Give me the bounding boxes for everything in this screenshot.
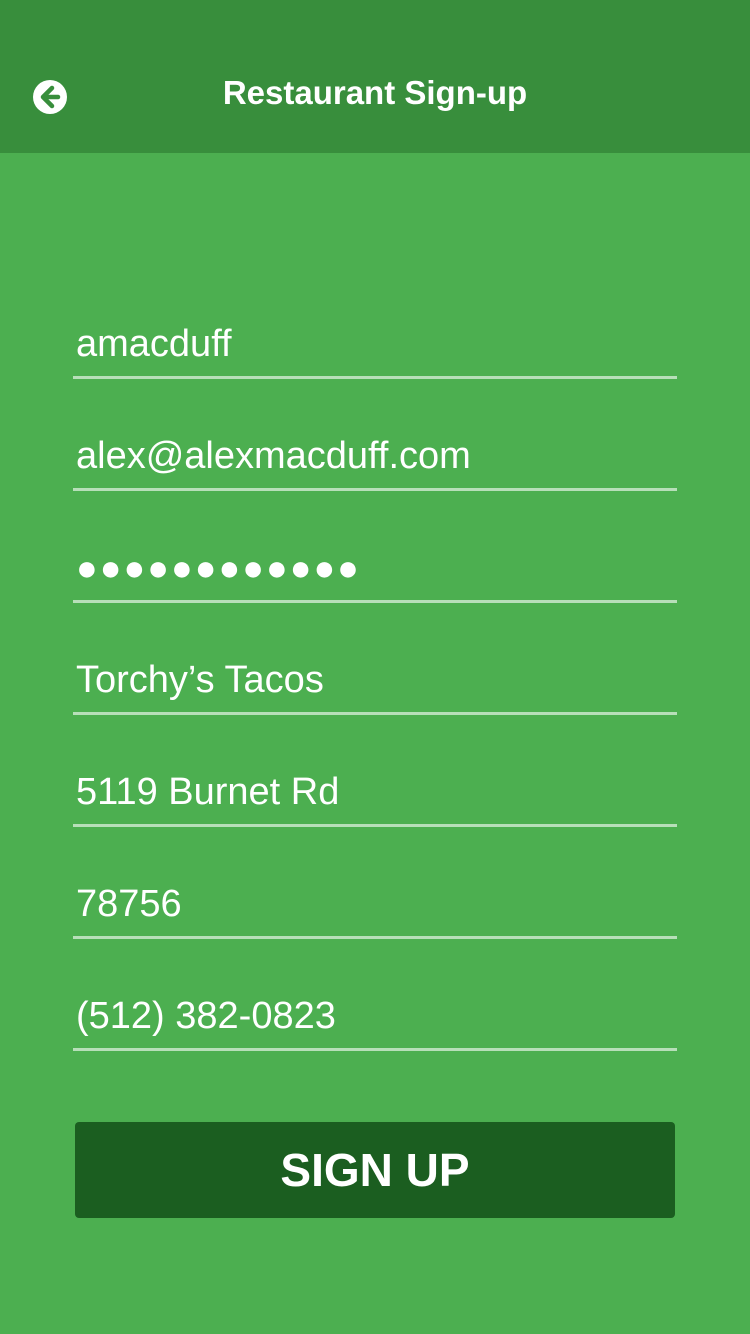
address-field-container (73, 764, 677, 827)
sign-up-button[interactable]: SIGN UP (75, 1122, 675, 1218)
username-input[interactable] (76, 320, 674, 368)
zip-field-container (73, 876, 677, 939)
username-field-container (73, 316, 677, 379)
phone-input[interactable] (76, 992, 674, 1040)
restaurant-name-field-container (73, 652, 677, 715)
app-header: Restaurant Sign-up (0, 0, 750, 153)
address-input[interactable] (76, 768, 674, 816)
zip-input[interactable] (76, 880, 674, 928)
phone-field-container (73, 988, 677, 1051)
page-title: Restaurant Sign-up (222, 74, 528, 111)
restaurant-name-input[interactable] (76, 656, 674, 704)
email-input[interactable] (76, 432, 674, 480)
email-field-container (73, 428, 677, 491)
password-field-container[interactable]: ●●●●●●●●●●●● (73, 540, 677, 603)
password-input[interactable]: ●●●●●●●●●●●● (76, 550, 361, 586)
